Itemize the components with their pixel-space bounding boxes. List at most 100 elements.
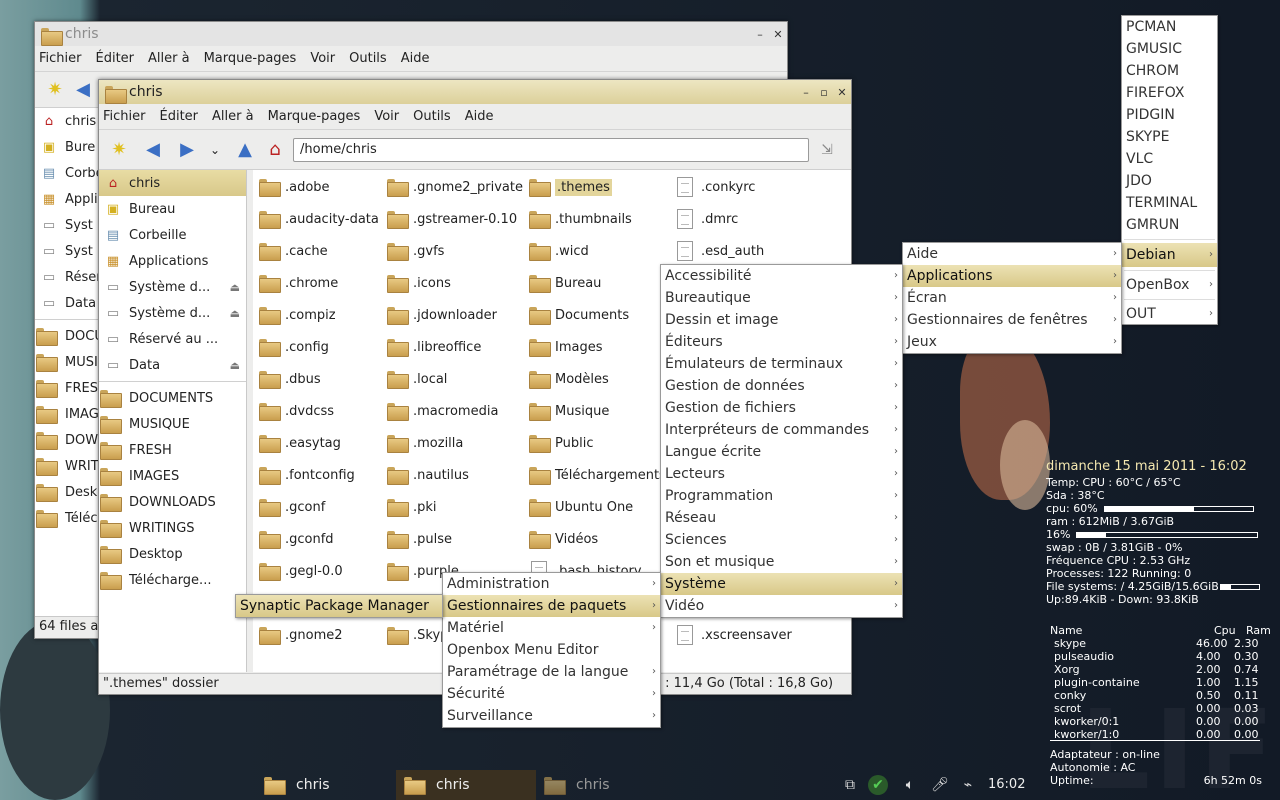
menu-item[interactable]: Sciences ›	[661, 529, 902, 551]
file-item[interactable]: .Skyp	[387, 622, 448, 648]
file-item[interactable]: .compiz	[259, 302, 336, 328]
sidebar-item-systeme-2[interactable]: ▭ Syst	[35, 238, 100, 264]
file-item[interactable]: .config	[259, 334, 329, 360]
sidebar-item-applications[interactable]: ▦ Applications	[99, 248, 246, 274]
bookmark-fresh[interactable]: FRES	[35, 375, 100, 401]
sidebar-item-data[interactable]: ▭ Data	[35, 290, 100, 316]
menu-item-app[interactable]: GMRUN	[1122, 214, 1217, 236]
file-item[interactable]: .thumbnails	[529, 206, 632, 232]
task-button[interactable]: chris	[256, 770, 396, 800]
menu-outils[interactable]: Outils	[413, 109, 451, 124]
address-bar[interactable]: /home/chris	[293, 137, 809, 162]
bookmark-desktop[interactable]: Desktop	[99, 541, 246, 567]
menu-editer[interactable]: Éditer	[160, 109, 199, 124]
sidebar-item-reserve[interactable]: ▭ Réser	[35, 264, 100, 290]
menu-item[interactable]: Vidéo ›	[661, 595, 902, 617]
forward-arrow-icon[interactable]: ▶	[173, 136, 201, 164]
task-button[interactable]: chris	[536, 770, 676, 800]
file-item[interactable]: .esd_auth	[675, 238, 764, 264]
file-item[interactable]: .conkyrc	[675, 174, 755, 200]
bookmark-documents[interactable]: DOCUMENTS	[99, 385, 246, 411]
bookmark-downloads[interactable]: DOWNLOADS	[99, 489, 246, 515]
bookmark-images[interactable]: IMAGES	[99, 463, 246, 489]
sidebar-item-systeme-2[interactable]: ▭ Système d... ⏏	[99, 300, 246, 326]
menu-item[interactable]: Éditeurs ›	[661, 331, 902, 353]
file-item[interactable]: .gegl-0.0	[259, 558, 343, 584]
file-item[interactable]: .mozilla	[387, 430, 463, 456]
menu-aller[interactable]: Aller à	[148, 51, 190, 66]
menu-item-debian[interactable]: Debian ›	[1122, 243, 1217, 267]
file-item[interactable]: Public	[529, 430, 593, 456]
file-item[interactable]: .local	[387, 366, 447, 392]
eject-icon[interactable]: ⏏	[230, 307, 240, 320]
file-item[interactable]: .nautilus	[387, 462, 469, 488]
menu-item[interactable]: Bureautique ›	[661, 287, 902, 309]
file-item[interactable]: .fontconfig	[259, 462, 355, 488]
minimize-icon[interactable]: –	[751, 28, 769, 41]
microphone-icon[interactable]: 🎤︎	[930, 775, 950, 795]
menu-item[interactable]: Matériel ›	[443, 617, 660, 639]
menu-item[interactable]: Surveillance ›	[443, 705, 660, 727]
file-item[interactable]: .macromedia	[387, 398, 498, 424]
menu-item[interactable]: Gestionnaires de paquets ›	[443, 595, 660, 617]
menu-item-app[interactable]: VLC	[1122, 148, 1217, 170]
history-dropdown-icon[interactable]: ⌄	[201, 136, 229, 164]
menu-item[interactable]: Son et musique ›	[661, 551, 902, 573]
titlebar[interactable]: chris – ▫ ✕	[99, 80, 851, 104]
sidebar-item-chris[interactable]: ⌂ chris	[99, 170, 246, 196]
close-icon[interactable]: ✕	[833, 86, 851, 99]
file-item[interactable]: Musique	[529, 398, 609, 424]
eject-icon[interactable]: ⏏	[230, 281, 240, 294]
file-item[interactable]: .adobe	[259, 174, 330, 200]
back-arrow-icon[interactable]: ◀	[139, 136, 167, 164]
file-item[interactable]: .audacity-data	[259, 206, 379, 232]
sidebar-item-applications[interactable]: ▦ Applic	[35, 186, 100, 212]
menu-item[interactable]: Paramétrage de la langue ›	[443, 661, 660, 683]
menu-item-openbox[interactable]: OpenBox ›	[1122, 274, 1217, 296]
file-item[interactable]: .xscreensaver	[675, 622, 792, 648]
menu-fichier[interactable]: Fichier	[103, 109, 146, 124]
volume-icon[interactable]: 🔈︎	[900, 775, 920, 795]
menu-voir[interactable]: Voir	[310, 51, 335, 66]
network-icon[interactable]: ⧉	[840, 775, 860, 795]
bookmark-desktop[interactable]: Desk	[35, 479, 100, 505]
update-check-icon[interactable]: ✔	[868, 775, 888, 795]
menu-item-app[interactable]: PCMAN	[1122, 16, 1217, 38]
menu-item[interactable]: Langue écrite ›	[661, 441, 902, 463]
menu-aide[interactable]: Aide	[465, 109, 494, 124]
menu-item[interactable]: Accessibilité ›	[661, 265, 902, 287]
bookmark-images[interactable]: IMAG	[35, 401, 100, 427]
task-button-active[interactable]: chris	[396, 770, 536, 800]
file-item[interactable]: .gvfs	[387, 238, 444, 264]
bookmark-writings[interactable]: WRIT	[35, 453, 100, 479]
up-arrow-icon[interactable]: ▲	[231, 136, 259, 164]
menu-item[interactable]: Dessin et image ›	[661, 309, 902, 331]
menu-item[interactable]: Programmation ›	[661, 485, 902, 507]
sidebar-item-data[interactable]: ▭ Data ⏏	[99, 352, 246, 378]
menu-item[interactable]: Gestion de fichiers ›	[661, 397, 902, 419]
bookmark-musique[interactable]: MUSIQUE	[99, 411, 246, 437]
menu-item-out[interactable]: OUT ›	[1122, 303, 1217, 325]
menu-item[interactable]: Gestionnaires de fenêtres ›	[903, 309, 1121, 331]
bookmark-fresh[interactable]: FRESH	[99, 437, 246, 463]
menu-item[interactable]: Émulateurs de terminaux ›	[661, 353, 902, 375]
menu-fichier[interactable]: Fichier	[39, 51, 82, 66]
sidebar-item-corbeille[interactable]: ▤ Corbeille	[99, 222, 246, 248]
menu-item[interactable]: Openbox Menu Editor	[443, 639, 660, 661]
new-tab-icon[interactable]: ✷	[41, 76, 69, 104]
menu-item-app[interactable]: PIDGIN	[1122, 104, 1217, 126]
home-icon[interactable]: ⌂	[261, 136, 289, 164]
file-item[interactable]: .gconfd	[259, 526, 334, 552]
menu-item-app[interactable]: FIREFOX	[1122, 82, 1217, 104]
file-item[interactable]: .libreoffice	[387, 334, 481, 360]
menu-item-app[interactable]: CHROM	[1122, 60, 1217, 82]
sidebar-item-chris[interactable]: ⌂ chris	[35, 108, 100, 134]
menu-item-synaptic[interactable]: Synaptic Package Manager	[236, 595, 442, 617]
file-item[interactable]: .wicd	[529, 238, 589, 264]
menu-item[interactable]: Aide ›	[903, 243, 1121, 265]
menu-item-app[interactable]: TERMINAL	[1122, 192, 1217, 214]
bookmark-writings[interactable]: WRITINGS	[99, 515, 246, 541]
menu-outils[interactable]: Outils	[349, 51, 387, 66]
bookmark-documents[interactable]: DOCU	[35, 323, 100, 349]
menu-item[interactable]: Interpréteurs de commandes ›	[661, 419, 902, 441]
